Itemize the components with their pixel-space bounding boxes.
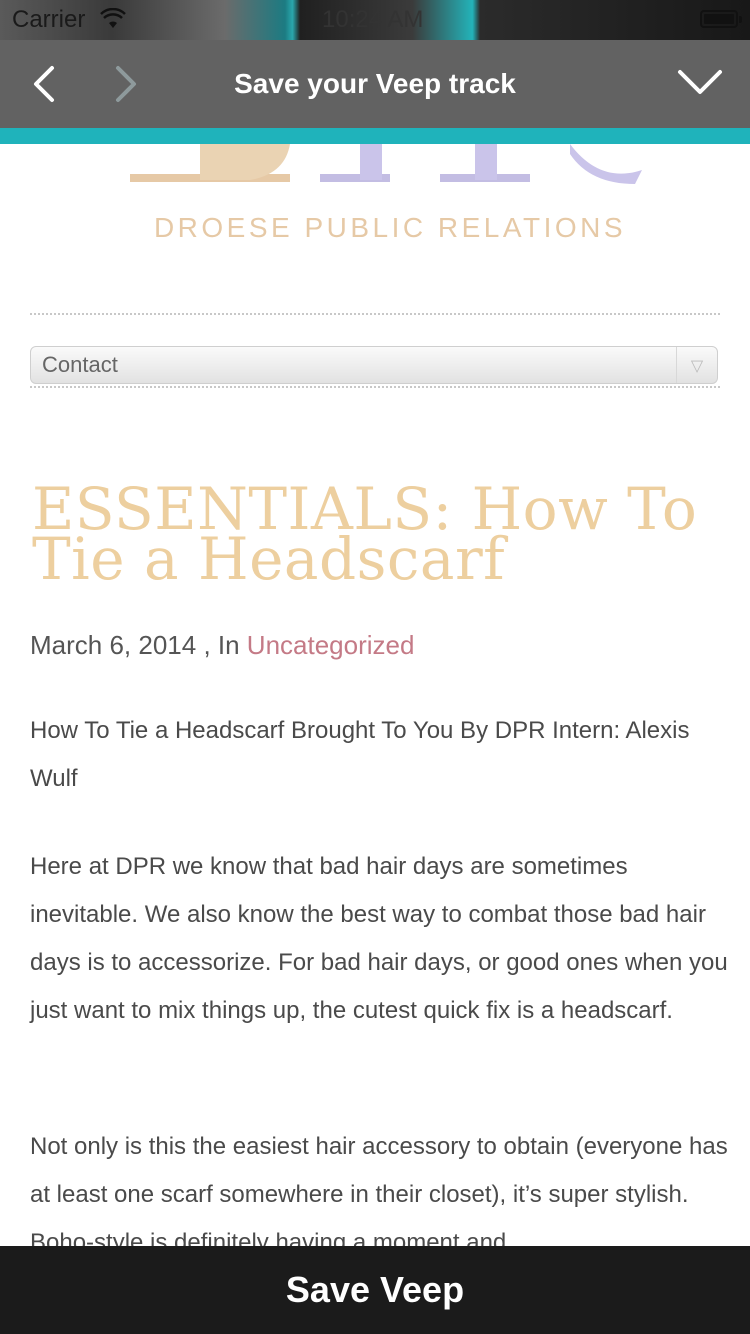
dotted-divider (30, 386, 720, 388)
post-in-label: , In (196, 630, 247, 660)
chevron-down-icon[interactable] (676, 66, 724, 98)
wifi-icon (100, 8, 126, 28)
dropdown-arrow-icon: ▽ (676, 347, 717, 383)
post-title[interactable]: ESSENTIALS: How To Tie a Headscarf (32, 480, 732, 588)
battery-icon (700, 10, 742, 28)
dotted-divider (30, 313, 720, 315)
menu-select-value: Contact (42, 352, 118, 377)
toolbar-accent-bar (0, 128, 750, 144)
dpr-logo-mark (130, 144, 642, 184)
carrier-label: Carrier (12, 6, 86, 33)
save-veep-button[interactable]: Save Veep (0, 1246, 750, 1334)
logo-tagline: DROESE PUBLIC RELATIONS (153, 212, 627, 243)
toolbar-title: Save your Veep track (234, 68, 516, 99)
category-link[interactable]: Uncategorized (247, 630, 415, 660)
menu-select[interactable]: Contact ▽ (30, 346, 718, 384)
post-paragraph: How To Tie a Headscarf Brought To You By… (30, 717, 690, 792)
status-bar: Carrier 10:24 AM (0, 0, 750, 40)
post-date: March 6, 2014 (30, 630, 197, 660)
status-time: 10:24 AM (322, 6, 424, 33)
post-paragraph: Here at DPR we know that bad hair days a… (30, 853, 728, 1024)
post-meta: March 6, 2014 , In Uncategorized (30, 630, 414, 661)
